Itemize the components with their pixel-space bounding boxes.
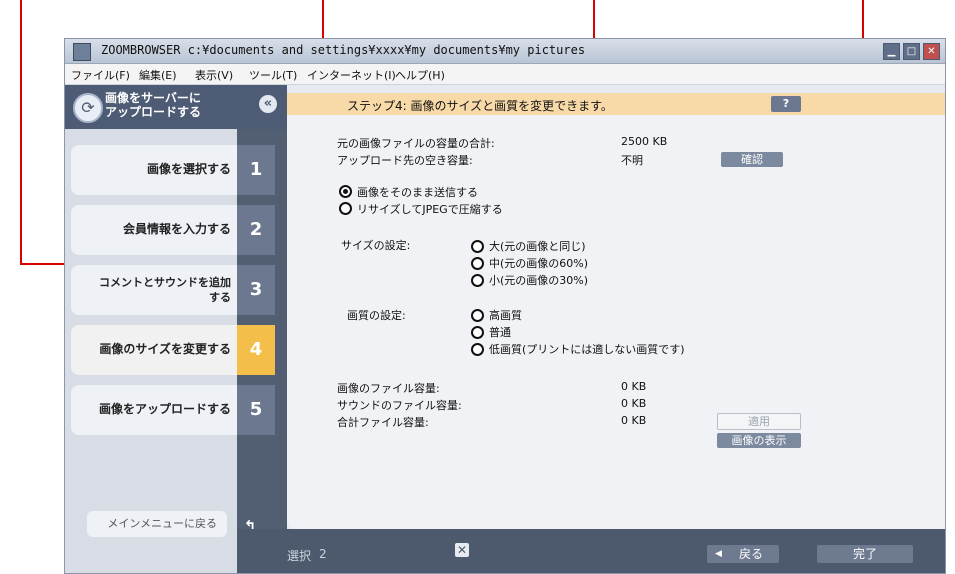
quality-setting-label: 画質の設定: bbox=[347, 309, 406, 322]
back-arrow-icon: ◀ bbox=[715, 549, 722, 559]
back-to-main-menu-button[interactable]: メインメニューに戻る bbox=[87, 511, 227, 537]
step-title: ステップ4: 画像のサイズと画質を変更できます。 bbox=[347, 99, 613, 113]
radio-resize-jpeg[interactable] bbox=[339, 202, 352, 215]
step-label: 画像を選択する bbox=[146, 162, 231, 176]
collapse-icon[interactable]: « bbox=[259, 95, 277, 113]
apply-button[interactable]: 適用 bbox=[717, 413, 801, 430]
step-label: 画像をアップロードする bbox=[98, 402, 231, 416]
image-size-value: 0 KB bbox=[621, 380, 647, 393]
close-button[interactable]: ✕ bbox=[923, 43, 940, 60]
footer-bar: 選択 2 ✕ ◀ 戻る 完了 bbox=[237, 529, 945, 573]
clear-selection-icon[interactable]: ✕ bbox=[455, 543, 469, 557]
size-large-label: 大(元の画像と同じ) bbox=[489, 240, 586, 253]
radio-size-medium[interactable] bbox=[471, 257, 484, 270]
total-size-value: 0 KB bbox=[621, 414, 647, 427]
quality-low-label: 低画質(プリントには適しない画質です) bbox=[489, 343, 685, 356]
radio-quality-high[interactable] bbox=[471, 309, 484, 322]
sidebar-title-line2: アップロードする bbox=[105, 105, 202, 119]
sidebar-title: 画像をサーバーに アップロードする bbox=[105, 91, 215, 119]
step-item-comment-sound[interactable]: コメントとサウンドを追加 する 3 bbox=[71, 265, 275, 315]
step-number: 2 bbox=[237, 205, 275, 255]
free-space-label: アップロード先の空き容量: bbox=[337, 154, 473, 167]
original-total-label: 元の画像ファイルの容量の合計: bbox=[337, 137, 495, 150]
menu-help[interactable]: ヘルプ(H) bbox=[395, 67, 445, 83]
quality-normal-label: 普通 bbox=[489, 326, 511, 339]
step-label: 画像のサイズを変更する bbox=[99, 342, 231, 356]
step-item-resize[interactable]: 画像のサイズを変更する 4 bbox=[71, 325, 275, 375]
menu-tools[interactable]: ツール(T) bbox=[249, 67, 297, 83]
radio-quality-normal[interactable] bbox=[471, 326, 484, 339]
content-area: ステップ4: 画像のサイズと画質を変更できます。 ? 元の画像ファイルの容量の合… bbox=[287, 85, 945, 529]
step-number: 5 bbox=[237, 385, 275, 435]
step-number: 4 bbox=[237, 325, 275, 375]
image-size-label: 画像のファイル容量: bbox=[337, 382, 440, 395]
main-window: ZOOMBROWSER c:¥documents and settings¥xx… bbox=[64, 38, 946, 574]
confirm-button[interactable]: 確認 bbox=[721, 152, 783, 167]
step-number: 1 bbox=[237, 145, 275, 195]
quality-high-label: 高画質 bbox=[489, 309, 522, 322]
step-item-upload[interactable]: 画像をアップロードする 5 bbox=[71, 385, 275, 435]
radio-send-as-is[interactable] bbox=[339, 185, 352, 198]
title-bar[interactable]: ZOOMBROWSER c:¥documents and settings¥xx… bbox=[65, 39, 945, 64]
wizard-sidebar: ⟳ 画像をサーバーに アップロードする « 画像を選択する 1 会員情報を入力す… bbox=[65, 85, 287, 573]
resize-jpeg-label: リサイズしてJPEGで圧縮する bbox=[357, 203, 503, 216]
annotation-line bbox=[20, 0, 22, 264]
step-label: 会員情報を入力する bbox=[122, 222, 231, 236]
show-image-button[interactable]: 画像の表示 bbox=[717, 433, 801, 448]
step-header: ステップ4: 画像のサイズと画質を変更できます。 ? bbox=[287, 93, 945, 115]
back-button-label: 戻る bbox=[739, 547, 764, 561]
step-label-line1: コメントとサウンドを追加 bbox=[99, 276, 231, 289]
app-icon bbox=[73, 43, 91, 61]
maximize-button[interactable]: □ bbox=[903, 43, 920, 60]
help-button[interactable]: ? bbox=[771, 96, 801, 112]
menu-internet[interactable]: インターネット(I) bbox=[307, 67, 396, 83]
sound-size-label: サウンドのファイル容量: bbox=[337, 399, 462, 412]
step-label: コメントとサウンドを追加 する bbox=[71, 275, 231, 305]
size-medium-label: 中(元の画像の60%) bbox=[489, 257, 589, 270]
sound-size-value: 0 KB bbox=[621, 397, 647, 410]
settings-panel: 元の画像ファイルの容量の合計: 2500 KB アップロード先の空き容量: 不明… bbox=[287, 115, 945, 529]
window-title: ZOOMBROWSER c:¥documents and settings¥xx… bbox=[101, 43, 586, 57]
radio-quality-low[interactable] bbox=[471, 343, 484, 356]
upload-globe-icon: ⟳ bbox=[73, 93, 103, 123]
total-size-label: 合計ファイル容量: bbox=[337, 416, 429, 429]
step-number: 3 bbox=[237, 265, 275, 315]
step-item-member-info[interactable]: 会員情報を入力する 2 bbox=[71, 205, 275, 255]
back-button[interactable]: ◀ 戻る bbox=[707, 545, 779, 563]
sidebar-title-line1: 画像をサーバーに bbox=[105, 91, 201, 105]
minimize-button[interactable]: ▁ bbox=[883, 43, 900, 60]
radio-size-small[interactable] bbox=[471, 274, 484, 287]
radio-size-large[interactable] bbox=[471, 240, 484, 253]
original-total-value: 2500 KB bbox=[621, 135, 668, 148]
step-item-select-images[interactable]: 画像を選択する 1 bbox=[71, 145, 275, 195]
step-label-line2: する bbox=[209, 291, 231, 304]
menu-view[interactable]: 表示(V) bbox=[195, 67, 233, 83]
free-space-value: 不明 bbox=[621, 154, 643, 167]
selection-label: 選択 bbox=[287, 549, 312, 563]
menu-bar: ファイル(F) 編集(E) 表示(V) ツール(T) インターネット(I) ヘル… bbox=[65, 64, 945, 85]
send-as-is-label: 画像をそのまま送信する bbox=[357, 186, 478, 199]
menu-edit[interactable]: 編集(E) bbox=[139, 67, 177, 83]
size-setting-label: サイズの設定: bbox=[341, 239, 411, 252]
finish-button[interactable]: 完了 bbox=[817, 545, 913, 563]
menu-file[interactable]: ファイル(F) bbox=[71, 67, 130, 83]
sidebar-header: ⟳ 画像をサーバーに アップロードする « bbox=[65, 85, 287, 129]
selection-count: 2 bbox=[319, 547, 327, 561]
size-small-label: 小(元の画像の30%) bbox=[489, 274, 589, 287]
